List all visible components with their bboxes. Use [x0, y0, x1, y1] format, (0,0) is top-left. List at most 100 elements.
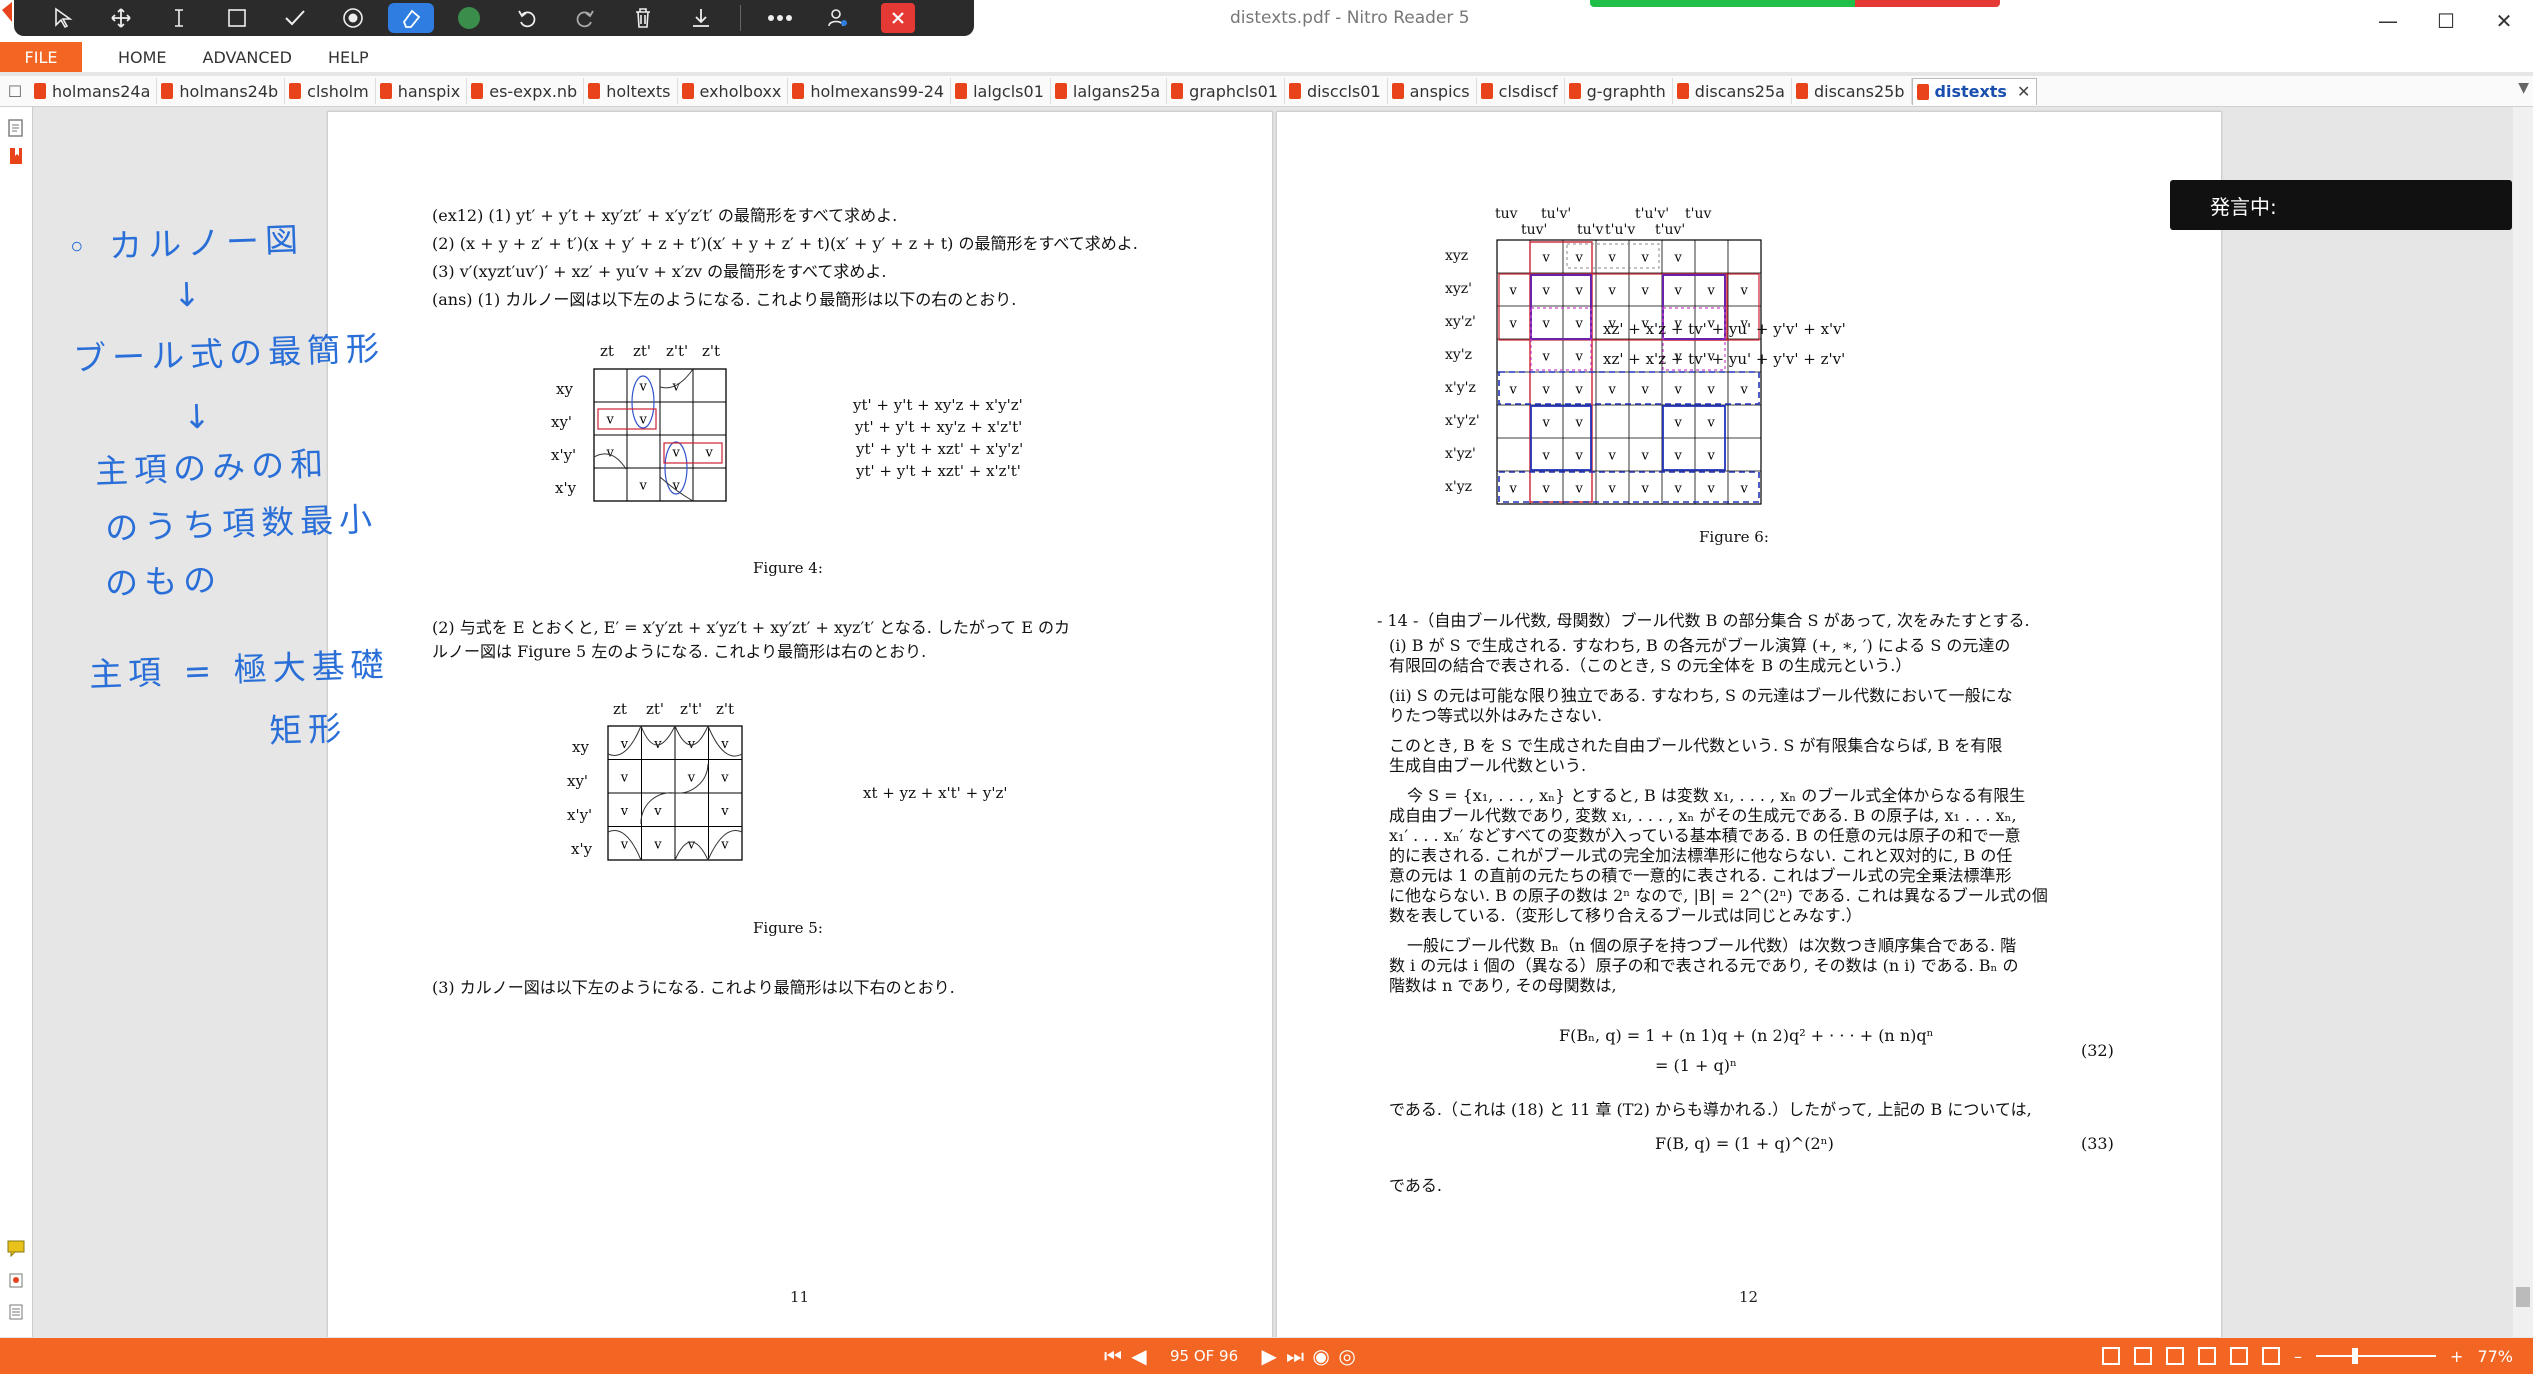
kmap-cell-mark: v	[653, 804, 662, 819]
tab-label: holmans24a	[52, 81, 151, 101]
tab-active[interactable]: distexts ✕	[1911, 77, 2038, 105]
text-line: 生成自由ブール代数という.	[1389, 756, 1587, 775]
download-icon[interactable]	[672, 0, 730, 36]
page-indicator[interactable]: 95 OF 96	[1170, 1347, 1238, 1365]
first-page-icon[interactable]: ⏮	[1100, 1344, 1126, 1368]
zoom-level[interactable]: 77%	[2477, 1347, 2513, 1366]
text-line: (3) v′(xyzt′uv′)′ + xz′ + yu′v + x′zv の最…	[432, 262, 887, 281]
tab-label: graphcls01	[1189, 81, 1278, 101]
minimize-button[interactable]: —	[2359, 0, 2417, 42]
help-menu[interactable]: HELP	[328, 48, 369, 67]
text-cursor-icon[interactable]	[150, 0, 208, 36]
vertical-scrollbar[interactable]	[2513, 107, 2533, 1337]
kmap-cell-mark: v	[620, 804, 629, 819]
file-menu[interactable]: FILE	[0, 42, 82, 72]
zoom-slider[interactable]	[2316, 1348, 2437, 1364]
move-icon[interactable]	[92, 0, 150, 36]
kmap-col-label: z't'	[666, 342, 689, 360]
tab-lalgcls01[interactable]: lalgcls01	[951, 78, 1051, 104]
fit-page-icon[interactable]	[2230, 1347, 2249, 1365]
window-title: distexts.pdf - Nitro Reader 5	[1230, 8, 1470, 28]
zoom-out-icon[interactable]: –	[2294, 1347, 2302, 1366]
tab-graphcls01[interactable]: graphcls01	[1167, 78, 1285, 104]
check-icon[interactable]	[266, 0, 324, 36]
tab-exholboxx[interactable]: exholboxx	[678, 78, 789, 104]
kmap-col-label: zt	[613, 700, 627, 718]
text-line: (3) カルノー図は以下左のようになる. これより最簡形は以下右のとおり.	[432, 978, 955, 997]
kmap-result: xz' + x'z + tv' + yu' + y'v' + x'v'	[1603, 320, 1846, 338]
pdf-icon	[379, 83, 392, 99]
single-page-view-icon[interactable]	[2102, 1347, 2121, 1365]
last-page-icon[interactable]: ⏭	[1282, 1344, 1308, 1368]
zoom-slider-thumb[interactable]	[2352, 1348, 2359, 1364]
advanced-menu[interactable]: ADVANCED	[203, 48, 292, 67]
close-tab-icon[interactable]: ✕	[2017, 82, 2030, 101]
scroll-thumb[interactable]	[2516, 1287, 2530, 1307]
pdf-icon	[1288, 83, 1301, 99]
equation: F(Bₙ, q) = 1 + (n 1)q + (n 2)q² + · · · …	[1559, 1026, 1934, 1045]
tab-holmans24b[interactable]: holmans24b	[157, 78, 286, 104]
undo-icon[interactable]	[498, 0, 556, 36]
tab-es-expx-nb[interactable]: es-expx.nb	[467, 78, 585, 104]
next-page-icon[interactable]: ▶	[1256, 1344, 1282, 1368]
tab-disccls01[interactable]: disccls01	[1285, 78, 1388, 104]
tab-anspics[interactable]: anspics	[1388, 78, 1477, 104]
tab-clsdiscf[interactable]: clsdiscf	[1477, 78, 1565, 104]
kmap-cell-mark: v	[1575, 284, 1584, 299]
equation: F(B, q) = (1 + q)^(2ⁿ)	[1655, 1134, 1834, 1153]
color-picker-icon[interactable]	[440, 0, 498, 36]
kmap-cell-mark: v	[620, 837, 629, 852]
tab-list-icon[interactable]: ☐	[0, 78, 30, 104]
tab-holtexts[interactable]: holtexts	[584, 78, 678, 104]
facing-view-icon[interactable]	[2166, 1347, 2185, 1365]
close-window-button[interactable]: ✕	[2475, 0, 2533, 42]
pointer-icon[interactable]	[34, 0, 92, 36]
comments-icon[interactable]	[6, 1237, 26, 1259]
redo-icon[interactable]	[556, 0, 614, 36]
equation-number: (33)	[2081, 1134, 2114, 1153]
handwritten-note: のもの	[104, 559, 223, 604]
tab-holmexans99-24[interactable]: holmexans99-24	[788, 78, 952, 104]
page-number: 11	[790, 1288, 810, 1306]
kmap4-grid: v vv vv v vv v	[593, 368, 727, 502]
rectangle-icon[interactable]	[208, 0, 266, 36]
prev-page-icon[interactable]: ◀	[1126, 1344, 1152, 1368]
more-icon[interactable]	[751, 0, 809, 36]
tab-label: holtexts	[606, 81, 671, 101]
kmap-cell-mark: v	[720, 837, 729, 852]
bookmarks-icon[interactable]	[6, 145, 26, 167]
tab-lalgans25a[interactable]: lalgans25a	[1051, 78, 1168, 104]
maximize-button[interactable]: ☐	[2417, 0, 2475, 42]
forward-view-icon[interactable]: ◎	[1334, 1344, 1360, 1368]
kmap-cell-mark: v	[1542, 317, 1551, 332]
facing-continuous-view-icon[interactable]	[2198, 1347, 2217, 1365]
continuous-view-icon[interactable]	[2134, 1347, 2153, 1365]
document-area[interactable]: (ex12) (1) yt′ + y′t + xy′zt′ + x′y′z′t′…	[33, 107, 2513, 1337]
tab-discans25b[interactable]: discans25b	[1792, 78, 1912, 104]
trash-icon[interactable]	[614, 0, 672, 36]
text-line: (2) (x + y + z′ + t′)(x + y′ + z + t′)(x…	[432, 234, 1138, 253]
attachments-icon[interactable]	[6, 1269, 26, 1291]
fit-width-icon[interactable]	[2262, 1347, 2281, 1365]
tab-discans25a[interactable]: discans25a	[1673, 78, 1792, 104]
kmap-cell-mark: v	[1740, 383, 1749, 398]
tab-overflow-icon[interactable]: ▼	[2518, 80, 2529, 96]
tab-label: anspics	[1409, 81, 1470, 101]
eraser-icon[interactable]	[388, 3, 434, 33]
back-view-icon[interactable]: ◉	[1308, 1344, 1334, 1368]
layers-icon[interactable]	[6, 1301, 26, 1323]
pages-icon[interactable]	[6, 117, 26, 139]
pdf-icon	[161, 83, 174, 99]
tab-label: exholboxx	[699, 81, 782, 101]
close-toolbar-button[interactable]	[881, 3, 915, 33]
record-icon[interactable]	[324, 0, 382, 36]
tab-g-graphth[interactable]: g-graphth	[1565, 78, 1673, 104]
zoom-in-icon[interactable]: +	[2450, 1347, 2463, 1366]
home-menu[interactable]: HOME	[118, 48, 167, 67]
text-line: (ex12) (1) yt′ + y′t + xy′zt′ + x′y′z′t′…	[432, 206, 898, 225]
tab-clsholm[interactable]: clsholm	[285, 78, 376, 104]
user-settings-icon[interactable]	[809, 0, 867, 36]
tab-hanspix[interactable]: hanspix	[376, 78, 468, 104]
tab-holmans24a[interactable]: holmans24a	[30, 78, 158, 104]
kmap-row-label: xy	[572, 738, 589, 756]
